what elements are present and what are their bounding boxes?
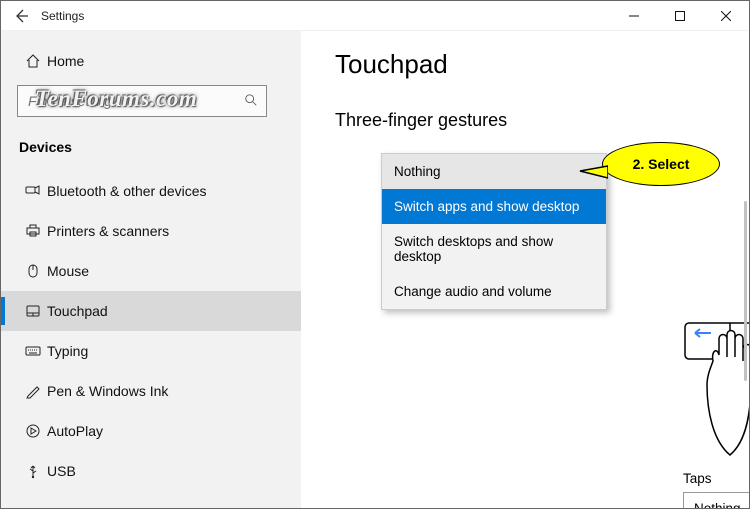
search-input[interactable]	[26, 92, 244, 110]
keyboard-icon	[19, 343, 47, 359]
section-heading: Three-finger gestures	[335, 110, 715, 131]
sidebar-item-label: Pen & Windows Ink	[47, 383, 168, 399]
page-title: Touchpad	[335, 49, 715, 80]
back-button[interactable]	[1, 1, 41, 31]
sidebar-item-bluetooth[interactable]: Bluetooth & other devices	[1, 171, 301, 211]
sidebar-item-label: Mouse	[47, 263, 89, 279]
mouse-icon	[19, 263, 47, 279]
sidebar: Home Devices Bluetooth & other devices P…	[1, 31, 301, 508]
sidebar-item-mouse[interactable]: Mouse	[1, 251, 301, 291]
search-icon	[244, 93, 258, 110]
annotation-callout: 2. Select	[602, 142, 720, 186]
taps-dropdown-value: Nothing	[694, 501, 741, 509]
sidebar-item-label: AutoPlay	[47, 423, 103, 439]
dropdown-option-label: Switch desktops and show desktop	[394, 234, 553, 264]
dropdown-option-label: Switch apps and show desktop	[394, 199, 579, 214]
gesture-illustration	[683, 321, 749, 461]
sidebar-item-printers[interactable]: Printers & scanners	[1, 211, 301, 251]
dropdown-option-2[interactable]: Switch desktops and show desktop	[382, 224, 606, 274]
dropdown-option-1[interactable]: Switch apps and show desktop	[382, 189, 606, 224]
minimize-button[interactable]	[611, 1, 657, 31]
taps-section: Taps Nothing	[683, 471, 749, 508]
dropdown-option-0[interactable]: Nothing	[382, 154, 606, 189]
taps-dropdown[interactable]: Nothing	[683, 492, 749, 508]
sidebar-item-label: Printers & scanners	[47, 223, 169, 239]
sidebar-item-typing[interactable]: Typing	[1, 331, 301, 371]
maximize-button[interactable]	[657, 1, 703, 31]
swipes-dropdown-open[interactable]: Nothing Switch apps and show desktop Swi…	[381, 153, 607, 310]
sidebar-item-usb[interactable]: USB	[1, 451, 301, 491]
titlebar: Settings	[1, 1, 749, 31]
touchpad-icon	[19, 303, 47, 319]
sidebar-item-label: Typing	[47, 343, 88, 359]
search-input-wrapper[interactable]	[17, 85, 267, 117]
sidebar-item-label: Bluetooth & other devices	[47, 183, 207, 199]
window-controls	[611, 1, 749, 31]
usb-icon	[19, 463, 47, 479]
autoplay-icon	[19, 423, 47, 439]
sidebar-item-pen[interactable]: Pen & Windows Ink	[1, 371, 301, 411]
printer-icon	[19, 223, 47, 239]
dropdown-option-label: Nothing	[394, 164, 441, 179]
taps-label: Taps	[683, 471, 749, 486]
callout-text: 2. Select	[633, 156, 690, 172]
scrollbar[interactable]	[744, 201, 747, 381]
dropdown-option-label: Change audio and volume	[394, 284, 552, 299]
sidebar-home[interactable]: Home	[1, 41, 301, 81]
sidebar-item-label: USB	[47, 463, 76, 479]
app-title: Settings	[41, 9, 84, 23]
bluetooth-icon	[19, 183, 47, 199]
dropdown-option-3[interactable]: Change audio and volume	[382, 274, 606, 309]
sidebar-item-label: Touchpad	[47, 303, 108, 319]
sidebar-item-touchpad[interactable]: Touchpad	[1, 291, 301, 331]
sidebar-item-autoplay[interactable]: AutoPlay	[1, 411, 301, 451]
pen-icon	[19, 383, 47, 399]
close-button[interactable]	[703, 1, 749, 31]
sidebar-home-label: Home	[47, 53, 84, 69]
home-icon	[19, 53, 47, 69]
sidebar-section-label: Devices	[1, 131, 301, 171]
